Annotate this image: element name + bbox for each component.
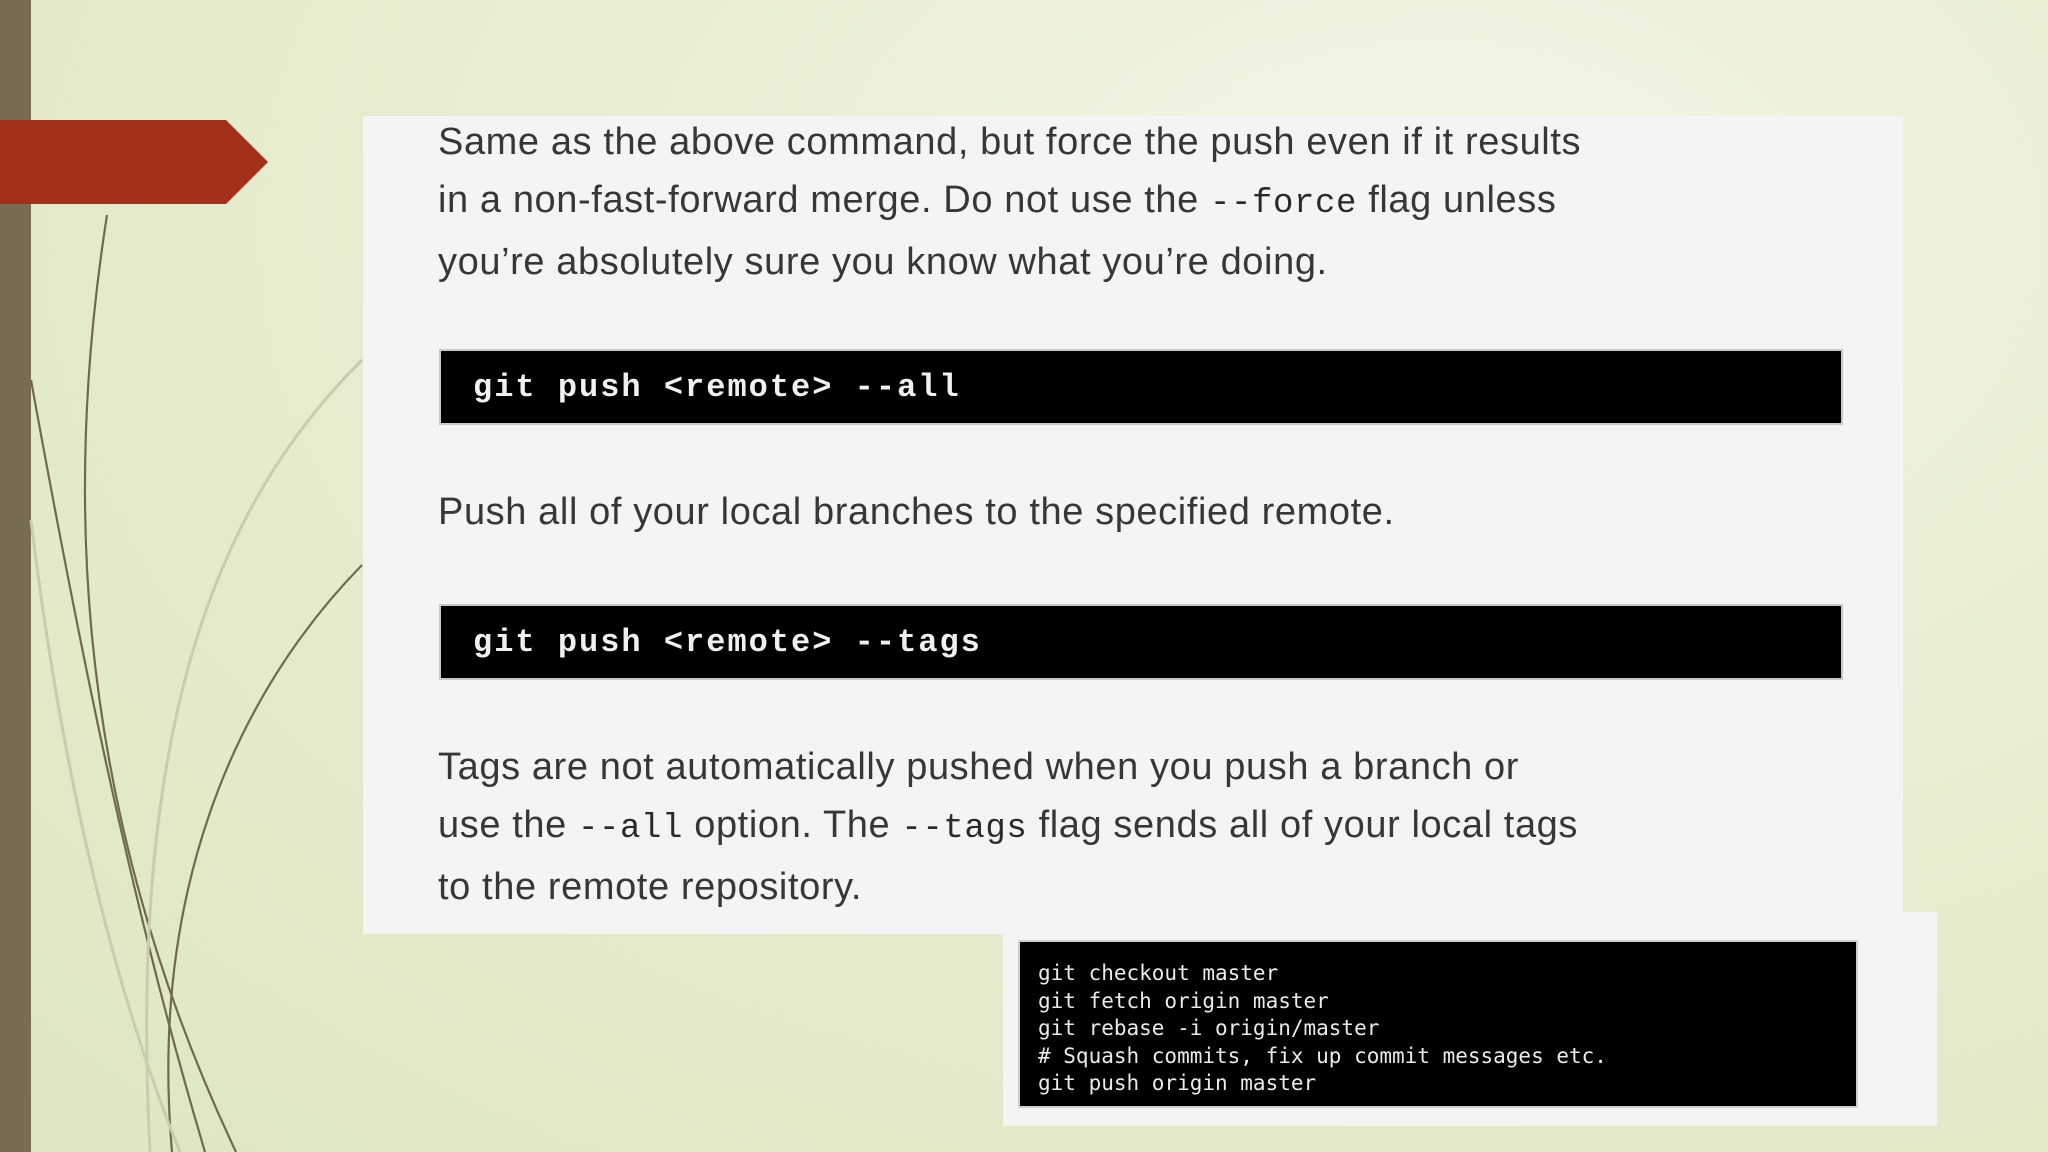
tags-description: Tags are not automatically pushed when y…: [438, 738, 1858, 916]
text-line: Push all of your local branches to the s…: [438, 491, 1395, 533]
text-line: Tags are not automatically pushed when y…: [438, 746, 1520, 788]
terminal-line: git fetch origin master: [1038, 988, 1329, 1013]
inline-code: --tags: [901, 810, 1028, 848]
terminal-code-block: git checkout master git fetch origin mas…: [1018, 940, 1858, 1108]
text-line: option. The: [683, 804, 902, 846]
force-description: Same as the above command, but force the…: [438, 113, 1858, 291]
text-line: flag sends all of your local tags: [1027, 804, 1579, 846]
terminal-line: git push origin master: [1038, 1071, 1317, 1095]
text-line: flag unless: [1357, 179, 1557, 221]
inline-code: --all: [578, 810, 684, 848]
terminal-line: git rebase -i origin/master: [1038, 1016, 1380, 1040]
code-text: git push <remote> --tags: [473, 624, 982, 661]
code-text: git push <remote> --all: [473, 369, 961, 406]
text-line: Same as the above command, but force the…: [438, 121, 1582, 163]
terminal-line: # Squash commits, fix up commit messages…: [1038, 1043, 1607, 1068]
title-ribbon: [0, 120, 268, 204]
code-block-all: git push <remote> --all: [439, 349, 1843, 425]
terminal-line: git checkout master: [1038, 961, 1279, 985]
code-block-tags: git push <remote> --tags: [439, 604, 1843, 680]
all-description: Push all of your local branches to the s…: [438, 483, 1858, 541]
text-line: you’re absolutely sure you know what you…: [438, 241, 1328, 283]
text-line: to the remote repository.: [438, 866, 863, 908]
text-line: use the: [438, 804, 579, 846]
text-line: in a non-fast-forward merge. Do not use …: [438, 179, 1211, 221]
inline-code: --force: [1210, 185, 1358, 223]
